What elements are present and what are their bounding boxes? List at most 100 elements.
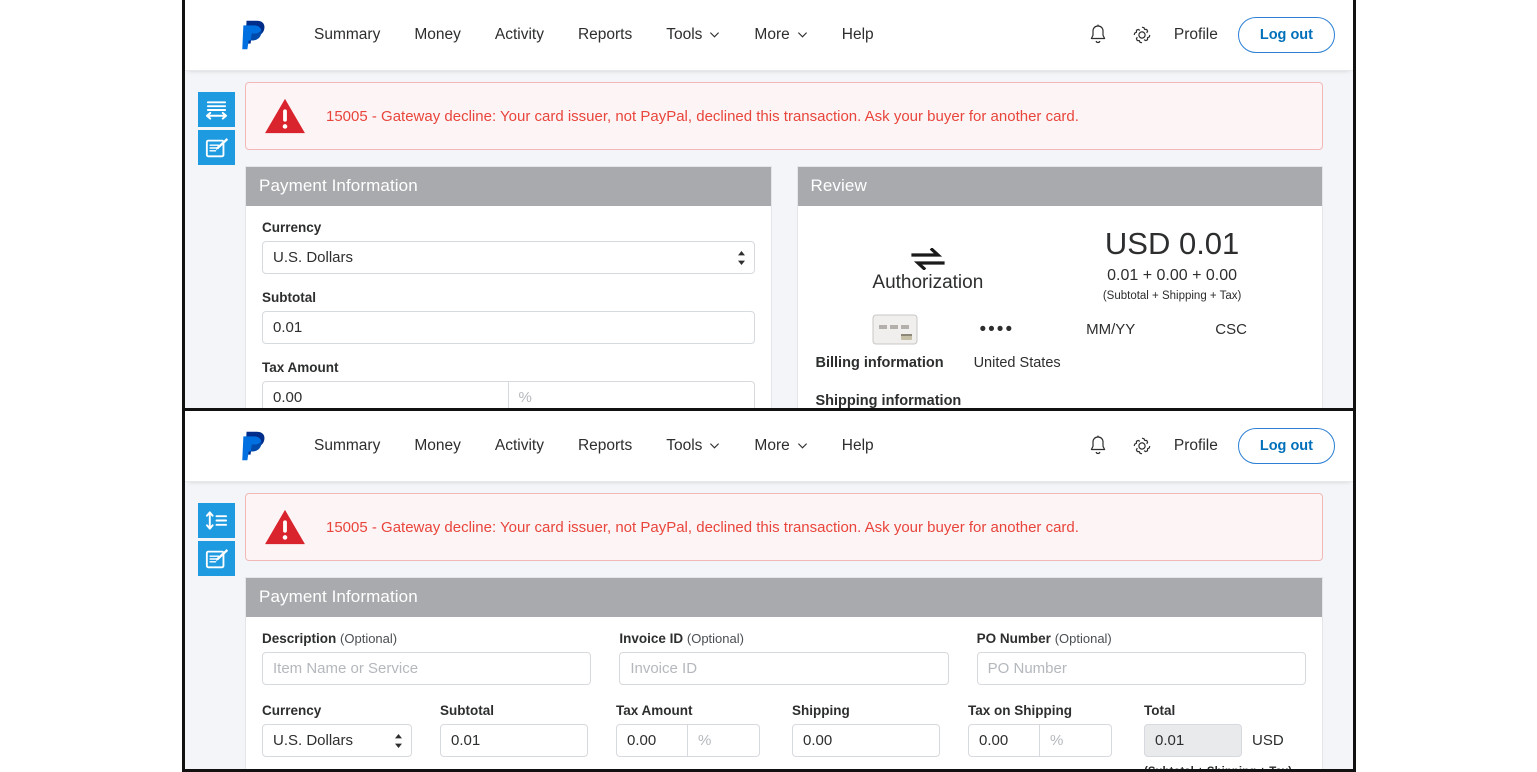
review-panel: Review Authorization USD 0.01 0.01 + 0.0… <box>796 166 1323 409</box>
notifications-bell-icon[interactable] <box>1086 434 1110 458</box>
horizontal-resize-icon[interactable] <box>198 92 235 127</box>
notifications-bell-icon[interactable] <box>1086 23 1110 47</box>
po-number-field-group: PO Number (Optional) <box>976 631 1306 685</box>
warning-triangle-icon <box>265 509 305 545</box>
shipping-input[interactable] <box>792 724 940 757</box>
nav-link-tools[interactable]: Tools <box>649 20 737 50</box>
nav-link-activity[interactable]: Activity <box>478 431 561 461</box>
settings-gear-icon[interactable] <box>1130 434 1154 458</box>
authorization-block: Authorization <box>816 226 1041 294</box>
nav-link-reports[interactable]: Reports <box>561 20 649 50</box>
paypal-logo-icon[interactable] <box>241 429 271 463</box>
nav-link-more[interactable]: More <box>737 431 824 461</box>
nav-link-label: Activity <box>494 437 544 454</box>
billing-information-label: Billing information <box>815 354 944 371</box>
po-number-label-text: PO Number <box>976 631 1051 646</box>
shipping-information-label: Shipping information <box>815 392 962 409</box>
chevron-down-icon <box>709 29 720 40</box>
optional-fields-row: Description (Optional) Invoice ID (Optio… <box>262 631 1306 701</box>
description-input[interactable] <box>262 652 592 685</box>
tax-on-shipping-percent-input[interactable] <box>1040 724 1112 757</box>
nav-link-reports[interactable]: Reports <box>561 431 649 461</box>
invoice-id-label: Invoice ID (Optional) <box>619 631 948 646</box>
payment-information-panel-bottom: Payment Information Description (Optiona… <box>245 577 1323 772</box>
tax-amount-field-group: Tax Amount <box>262 360 755 408</box>
nav-link-label: Activity <box>494 26 544 43</box>
nav-link-label: More <box>754 437 790 454</box>
payment-information-panel-top: Payment Information Currency U.S. Dollar… <box>245 166 772 408</box>
top-screenshot-window: Summary Money Activity Reports Tools Mor… <box>182 0 1356 411</box>
nav-link-label: Reports <box>577 26 633 43</box>
tax-amount-percent-input[interactable] <box>508 381 755 408</box>
total-label: Total <box>1144 703 1176 718</box>
settings-gear-icon[interactable] <box>1130 23 1154 47</box>
nav-link-help[interactable]: Help <box>825 20 891 50</box>
edit-note-icon[interactable] <box>198 130 235 165</box>
screenshot-stage: Summary Money Activity Reports Tools Mor… <box>0 0 1537 772</box>
tax-on-shipping-input[interactable] <box>968 724 1040 757</box>
total-value <box>1144 724 1242 757</box>
authorization-arrows-icon <box>911 248 945 270</box>
subtotal-field-group: Subtotal <box>440 703 588 757</box>
nav-link-label: Reports <box>577 437 633 454</box>
currency-select[interactable] <box>262 724 412 757</box>
chevron-down-icon <box>797 29 808 40</box>
logout-button[interactable]: Log out <box>1237 428 1335 464</box>
tax-amount-input[interactable] <box>262 381 509 408</box>
description-label: Description (Optional) <box>262 631 591 646</box>
po-number-label: PO Number (Optional) <box>977 631 1306 646</box>
profile-link[interactable]: Profile <box>1174 26 1218 44</box>
nav-link-label: Help <box>841 437 874 454</box>
nav-link-help[interactable]: Help <box>825 431 891 461</box>
optional-tag: (Optional) <box>686 631 744 646</box>
paypal-nav-bar-top: Summary Money Activity Reports Tools Mor… <box>185 0 1353 70</box>
nav-link-money[interactable]: Money <box>397 431 478 461</box>
bottom-shot-body: 15005 - Gateway decline: Your card issue… <box>185 493 1353 772</box>
paypal-logo-icon[interactable] <box>241 18 271 52</box>
profile-link[interactable]: Profile <box>1174 437 1218 455</box>
panel-title: Payment Information <box>246 167 771 206</box>
subtotal-input[interactable] <box>440 724 588 757</box>
po-number-input[interactable] <box>976 652 1306 685</box>
review-breakdown: 0.01 + 0.00 + 0.00 <box>1107 266 1238 284</box>
nav-right-bottom: Profile Log out <box>1086 428 1335 464</box>
nav-link-activity[interactable]: Activity <box>478 20 561 50</box>
bottom-screenshot-window: Summary Money Activity Reports Tools Mor… <box>182 408 1356 772</box>
credit-card-icon <box>872 314 917 345</box>
currency-field-group: Currency <box>262 703 412 757</box>
tax-amount-percent-input[interactable] <box>688 724 760 757</box>
nav-link-more[interactable]: More <box>737 20 824 50</box>
tax-amount-input[interactable] <box>616 724 688 757</box>
nav-link-tools[interactable]: Tools <box>649 431 737 461</box>
nav-right-top: Profile Log out <box>1086 17 1335 53</box>
top-panel-row: Payment Information Currency U.S. Dollar… <box>245 166 1323 409</box>
nav-link-summary[interactable]: Summary <box>297 20 397 50</box>
currency-label: Currency <box>262 703 322 718</box>
nav-link-money[interactable]: Money <box>397 20 478 50</box>
logout-button[interactable]: Log out <box>1237 17 1335 53</box>
tax-amount-label: Tax Amount <box>616 703 693 718</box>
annotation-toolstrip-bottom <box>198 503 235 579</box>
annotation-toolstrip-top <box>198 92 235 168</box>
optional-tag: (Optional) <box>1054 631 1112 646</box>
nav-link-label: Money <box>414 26 461 43</box>
subtotal-field-group: Subtotal <box>262 290 755 344</box>
shipping-field-group: Shipping <box>792 703 940 757</box>
invoice-id-input[interactable] <box>619 652 949 685</box>
optional-tag: (Optional) <box>340 631 398 646</box>
panel-title: Review <box>797 167 1322 206</box>
tax-on-shipping-field-group: Tax on Shipping <box>968 703 1116 757</box>
invoice-id-label-text: Invoice ID <box>619 631 684 646</box>
nav-link-summary[interactable]: Summary <box>297 431 397 461</box>
description-field-group: Description (Optional) <box>262 631 592 685</box>
subtotal-input[interactable] <box>262 311 755 344</box>
subtotal-label: Subtotal <box>440 703 494 718</box>
edit-note-icon[interactable] <box>198 541 235 576</box>
review-breakdown-note: (Subtotal + Shipping + Tax) <box>1102 289 1242 302</box>
total-formula-note: (Subtotal + Shipping + Tax) <box>1144 766 1293 772</box>
description-label-text: Description <box>262 631 337 646</box>
vertical-resize-icon[interactable] <box>198 503 235 538</box>
error-alert-bottom: 15005 - Gateway decline: Your card issue… <box>245 493 1323 561</box>
paypal-nav-bar-bottom: Summary Money Activity Reports Tools Mor… <box>185 411 1353 481</box>
currency-select[interactable] <box>262 241 755 274</box>
